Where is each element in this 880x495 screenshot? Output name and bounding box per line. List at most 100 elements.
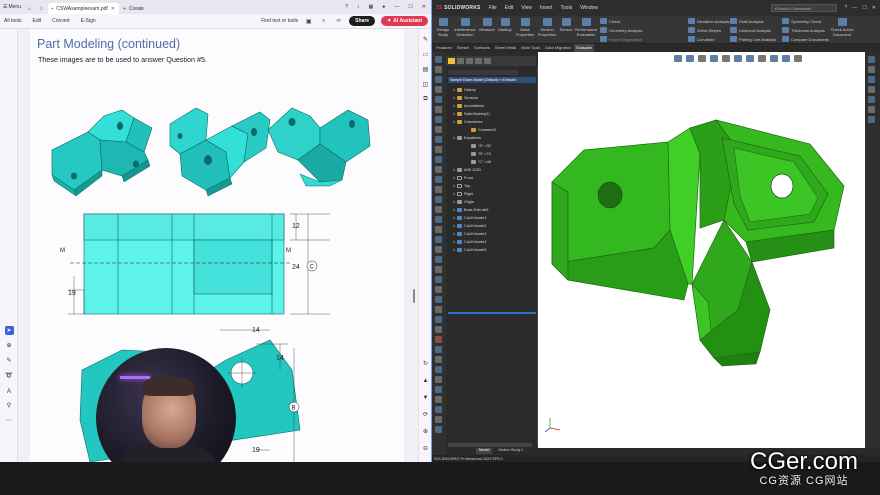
section-properties-button[interactable]: Section Properties — [537, 18, 557, 37]
tab-data-migration[interactable]: Data Migration — [543, 44, 573, 52]
tree-item[interactable]: ▸ Cut-Extrude1 — [446, 214, 537, 222]
avatar[interactable]: ● — [382, 4, 385, 10]
tree-item[interactable]: ▸ Origin — [446, 198, 537, 206]
tree-item[interactable]: ▸ Cut-Extrude5 — [446, 246, 537, 254]
tab-features[interactable]: Features — [434, 44, 454, 52]
tool-29-icon[interactable] — [435, 406, 442, 413]
comment-icon[interactable]: ▭ — [421, 50, 430, 59]
graphics-area[interactable] — [538, 52, 880, 448]
tree-item[interactable]: "B" =70 — [446, 150, 537, 158]
design-library-tab-icon[interactable] — [868, 66, 875, 73]
tab-sketch[interactable]: Sketch — [455, 44, 471, 52]
close-tab-icon[interactable]: ✕ — [111, 6, 115, 12]
document-tab[interactable]: ▪ CSWAsampleexam.pdf ✕ — [47, 3, 119, 14]
tree-item[interactable]: "C" =46 — [446, 158, 537, 166]
tab-motion-study[interactable]: Motion Study 1 — [498, 448, 523, 454]
symmetry-check-button[interactable]: Symmetry Check — [782, 18, 821, 24]
undercut-analysis-button[interactable]: Undercut Analysis — [730, 27, 771, 33]
link-icon[interactable]: ∞ — [334, 17, 343, 26]
tool-2-icon[interactable] — [435, 136, 442, 143]
all-tools-button[interactable]: All tools — [4, 18, 22, 24]
check-button[interactable]: Check — [600, 18, 620, 24]
close-window-icon[interactable]: ✕ — [422, 4, 426, 10]
zoom-in-icon[interactable]: ⊕ — [421, 427, 430, 436]
tool-20-icon[interactable] — [435, 316, 442, 323]
tree-item[interactable]: ▸ Comments — [446, 118, 537, 126]
tree-item[interactable]: ▸ History — [446, 86, 537, 94]
tab-evaluate[interactable]: Evaluate — [574, 44, 594, 52]
tool-13-icon[interactable] — [435, 246, 442, 253]
menu-tools[interactable]: Tools — [561, 5, 573, 11]
menu-view[interactable]: View — [521, 5, 532, 11]
find-text-button[interactable]: Find text or tools — [261, 18, 298, 24]
tree-item[interactable]: ▸ Boss-Extrude1 — [446, 206, 537, 214]
more-icon[interactable]: ⋯ — [5, 416, 14, 425]
rollback-bar[interactable] — [448, 312, 536, 314]
check-active-document-button[interactable]: Check Active Document — [828, 18, 856, 37]
custom-properties-tab-icon[interactable] — [868, 106, 875, 113]
design-study-button[interactable]: Design Study — [436, 18, 450, 37]
zoom-out-icon[interactable]: ⊖ — [421, 444, 430, 453]
geometry-analysis-button[interactable]: Geometry Analysis — [600, 27, 642, 33]
tool-8-icon[interactable] — [435, 196, 442, 203]
pdf-scroll-thumb[interactable] — [413, 289, 415, 303]
tool-7-icon[interactable] — [435, 186, 442, 193]
stamp-icon[interactable]: ⚲ — [5, 401, 14, 410]
tree-item[interactable]: "A" =30 — [446, 142, 537, 150]
mass-properties-button[interactable]: Mass Properties — [515, 18, 535, 37]
dimxpert-tab-icon[interactable] — [475, 58, 482, 64]
tool-31-icon[interactable] — [435, 426, 442, 433]
tool-6-icon[interactable] — [435, 176, 442, 183]
tree-item[interactable]: ▸ Cut-Extrude3 — [446, 230, 537, 238]
tool-21-icon[interactable] — [435, 326, 442, 333]
markup-button[interactable]: Markup — [497, 18, 513, 32]
tool-27-icon[interactable] — [435, 386, 442, 393]
menu-insert[interactable]: Insert — [540, 5, 553, 11]
tree-root-part[interactable]: Sample Exam Model (Default) <<Default> — [448, 77, 536, 83]
tool-14-icon[interactable] — [435, 256, 442, 263]
tool-19-icon[interactable] — [435, 306, 442, 313]
curvature-button[interactable]: Curvature — [688, 36, 715, 42]
tool-22-icon[interactable] — [435, 336, 442, 343]
tree-item[interactable]: ▸ Annotations — [446, 102, 537, 110]
pen-icon[interactable]: ✎ — [5, 356, 14, 365]
tree-item[interactable]: Comment1 — [446, 126, 537, 134]
config-manager-tab-icon[interactable] — [466, 58, 473, 64]
tool-4-icon[interactable] — [435, 156, 442, 163]
page-down-icon[interactable]: ▼ — [421, 393, 430, 402]
tool-18-icon[interactable] — [435, 296, 442, 303]
solidworks-forum-icon[interactable] — [868, 116, 875, 123]
home-tab[interactable]: ⌂ — [24, 3, 35, 14]
menu-file[interactable]: File — [489, 5, 497, 11]
bookmark-icon[interactable]: ✎ — [421, 35, 430, 44]
tree-item[interactable]: ▸ Cut-Extrude4 — [446, 238, 537, 246]
interference-button[interactable]: Interference Detection — [454, 18, 476, 37]
tree-item[interactable]: ▸ Top — [446, 182, 537, 190]
view-palette-icon[interactable] — [435, 96, 442, 103]
tree-item[interactable]: ▸ Solid Bodies(1) — [446, 110, 537, 118]
deviation-analysis-button[interactable]: Deviation Analysis — [688, 18, 729, 24]
minimize-icon[interactable]: — — [852, 5, 857, 11]
maximize-icon[interactable]: ☐ — [408, 4, 412, 10]
file-explorer-tab-icon[interactable] — [868, 76, 875, 83]
tree-item[interactable]: ▸ Right — [446, 190, 537, 198]
refresh-icon[interactable]: ↻ — [421, 359, 430, 368]
file-explorer-icon[interactable] — [435, 86, 442, 93]
tab-model[interactable]: Model — [476, 448, 493, 454]
page-thumbnails-icon[interactable]: ▤ — [421, 65, 430, 74]
ai-assistant-button[interactable]: ✦ AI Assistant — [381, 16, 428, 26]
page-up-icon[interactable]: ▲ — [421, 376, 430, 385]
menu-button[interactable]: ☰ Menu — [0, 0, 24, 14]
tool-10-icon[interactable] — [435, 216, 442, 223]
tool-15-icon[interactable] — [435, 266, 442, 273]
compare-documents-button[interactable]: Compare Documents — [782, 36, 829, 42]
menu-window[interactable]: Window — [580, 5, 598, 11]
tool-24-icon[interactable] — [435, 356, 442, 363]
attachments-icon[interactable]: ◫ — [421, 80, 430, 89]
tree-filter-input[interactable] — [448, 70, 518, 75]
tree-item[interactable]: ▸ Sensors — [446, 94, 537, 102]
tool-12-icon[interactable] — [435, 236, 442, 243]
design-library-icon[interactable] — [435, 76, 442, 83]
appearances-tab-icon[interactable] — [868, 96, 875, 103]
minimize-icon[interactable]: — — [394, 4, 399, 10]
